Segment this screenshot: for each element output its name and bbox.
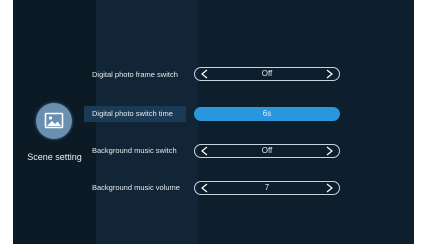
device-screen: Scene setting: [13, 0, 414, 244]
background-music-switch-value: Off: [261, 146, 273, 155]
settings-label-column: [96, 0, 198, 244]
digital-photo-frame-switch-selector[interactable]: Off: [194, 67, 340, 81]
digital-photo-switch-time-label: Digital photo switch time: [84, 106, 186, 122]
chevron-right-icon[interactable]: [324, 183, 334, 193]
digital-photo-switch-time-value: 6s: [262, 109, 272, 118]
scene-setting-icon[interactable]: [36, 103, 72, 139]
background-music-volume-selector[interactable]: 7: [194, 181, 340, 195]
chevron-right-icon[interactable]: [324, 69, 334, 79]
digital-photo-switch-time-selector[interactable]: 6s: [194, 107, 340, 121]
digital-photo-frame-switch-value: Off: [261, 69, 273, 78]
picture-icon: [44, 112, 64, 129]
settings-value-column: [198, 0, 414, 244]
digital-photo-frame-switch-label: Digital photo frame switch: [92, 70, 178, 79]
background-music-volume-value: 7: [264, 183, 270, 192]
background-music-switch-label: Background music switch: [92, 146, 177, 155]
chevron-right-icon[interactable]: [324, 146, 334, 156]
background-music-switch-selector[interactable]: Off: [194, 144, 340, 158]
background-music-volume-label: Background music volume: [92, 183, 180, 192]
